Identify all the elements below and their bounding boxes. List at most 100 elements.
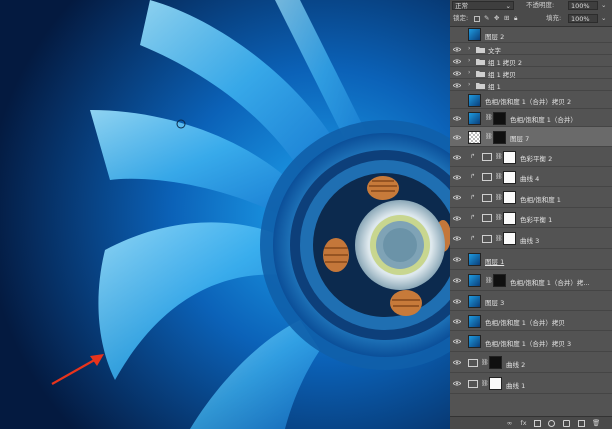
layer-name: 文字 <box>488 47 501 55</box>
layer-row[interactable]: ⛓ 曲线 1 <box>450 373 612 394</box>
link-icon[interactable]: ⛓ <box>495 153 503 160</box>
layer-thumbnail[interactable] <box>468 28 481 41</box>
layer-row[interactable]: 图层 2 <box>450 26 612 43</box>
layer-thumbnail[interactable] <box>468 274 481 287</box>
layer-row[interactable]: ⛓ 色相/饱和度 1（合并）拷... <box>450 270 612 291</box>
link-icon[interactable]: ⛓ <box>485 114 493 121</box>
visibility-eye-icon[interactable] <box>453 298 461 304</box>
layer-mask-thumbnail[interactable] <box>503 191 516 204</box>
chevron-right-icon[interactable]: › <box>468 57 470 64</box>
layer-mask-thumbnail[interactable] <box>489 377 502 390</box>
mask-icon[interactable] <box>534 420 541 427</box>
layers-panel: 正常 ⌄ 不透明度: 100% ⌄ 锁定: ✎ ✥ ⊞ 🔒︎ 填充: 100% … <box>450 0 612 429</box>
layer-row[interactable]: ↱ ⛓ 曲线 4 <box>450 167 612 187</box>
layer-row[interactable]: 色相/饱和度 1（合并）拷贝 2 <box>450 91 612 109</box>
layer-name: 色相/饱和度 1（合并）拷贝 2 <box>485 98 572 106</box>
layer-mask-thumbnail[interactable] <box>493 111 506 125</box>
visibility-eye-icon[interactable] <box>453 360 461 365</box>
layer-row[interactable]: ↱ ⛓ 曲线 3 <box>450 228 612 249</box>
layer-row[interactable]: ⛓ 色相/饱和度 1（合并） <box>450 109 612 127</box>
link-icon[interactable]: ⛓ <box>485 277 493 284</box>
layer-mask-thumbnail[interactable] <box>503 232 516 245</box>
brush-lock-icon[interactable]: ✎ <box>484 14 489 23</box>
layer-thumbnail[interactable] <box>468 314 481 328</box>
fill-field[interactable]: 100% <box>568 14 598 23</box>
visibility-eye-icon[interactable] <box>453 215 461 221</box>
layer-mask-thumbnail[interactable] <box>503 170 516 184</box>
visibility-eye-icon[interactable] <box>453 115 461 121</box>
chevron-right-icon[interactable]: › <box>468 69 470 76</box>
visibility-eye-icon[interactable] <box>453 58 461 64</box>
layer-name: 组 1 <box>488 83 501 91</box>
visibility-eye-icon[interactable] <box>453 257 461 262</box>
layer-row[interactable]: 图层 1 <box>450 249 612 270</box>
padlock-icon[interactable]: 🔒︎ <box>514 14 517 23</box>
lock-transparent-icon[interactable] <box>474 16 480 22</box>
layer-thumbnail[interactable] <box>468 130 481 144</box>
fx-icon[interactable]: fx <box>520 420 527 427</box>
layer-row[interactable]: ⛓ 曲线 2 <box>450 352 612 373</box>
layer-thumbnail[interactable] <box>468 111 481 125</box>
chevron-right-icon[interactable]: › <box>468 81 470 88</box>
link-icon[interactable]: ∞ <box>506 420 513 427</box>
visibility-eye-icon[interactable] <box>453 82 461 88</box>
folder-icon[interactable] <box>563 420 570 427</box>
layer-row[interactable]: ⛓ 图层 7 <box>450 127 612 147</box>
layer-group-row[interactable]: › 组 1 <box>450 79 612 91</box>
document-canvas[interactable] <box>0 0 450 429</box>
link-icon[interactable]: ⛓ <box>485 133 493 140</box>
chevron-down-icon[interactable]: ⌄ <box>601 1 606 10</box>
layer-thumbnail[interactable] <box>468 335 481 348</box>
chevron-down-icon[interactable]: ⌄ <box>601 14 606 23</box>
layer-group-row[interactable]: › 组 1 拷贝 2 <box>450 55 612 67</box>
layer-mask-thumbnail[interactable] <box>503 150 516 164</box>
link-icon[interactable]: ⛓ <box>495 194 503 201</box>
visibility-eye-icon[interactable] <box>453 236 461 241</box>
layer-mask-thumbnail[interactable] <box>503 211 516 225</box>
layer-row[interactable]: ↱ ⛓ 色彩平衡 2 <box>450 147 612 167</box>
visibility-eye-icon[interactable] <box>453 70 461 76</box>
layer-group-row[interactable]: › 组 1 拷贝 <box>450 67 612 79</box>
layer-row[interactable]: ↱ ⛓ 色彩平衡 1 <box>450 208 612 228</box>
layer-thumbnail[interactable] <box>468 93 481 107</box>
layer-row[interactable]: ↱ ⛓ 色相/饱和度 1 <box>450 187 612 208</box>
layer-name: 色彩平衡 1 <box>520 216 553 224</box>
chevron-right-icon[interactable]: › <box>468 45 470 52</box>
adjustment-icon[interactable] <box>548 420 555 427</box>
layer-mask-thumbnail[interactable] <box>489 356 502 369</box>
layer-mask-thumbnail[interactable] <box>493 274 506 287</box>
artboard-lock-icon[interactable]: ⊞ <box>504 14 509 23</box>
layer-group-row[interactable]: › 文字 <box>450 43 612 55</box>
move-lock-icon[interactable]: ✥ <box>494 14 499 23</box>
link-icon[interactable]: ⛓ <box>495 214 503 221</box>
visibility-eye-icon[interactable] <box>453 154 461 160</box>
layer-row[interactable]: 图层 3 <box>450 291 612 311</box>
layer-row[interactable]: 色相/饱和度 1（合并）拷贝 3 <box>450 331 612 352</box>
layer-name: 色相/饱和度 1（合并）拷... <box>510 278 590 287</box>
layer-thumbnail[interactable] <box>468 253 481 266</box>
folder-icon <box>476 70 485 77</box>
visibility-eye-icon[interactable] <box>453 318 461 324</box>
visibility-eye-icon[interactable] <box>453 134 461 140</box>
visibility-eye-icon[interactable] <box>453 195 461 200</box>
trash-icon[interactable]: 🗑︎ <box>592 420 600 427</box>
link-icon[interactable]: ⛓ <box>481 380 489 387</box>
opacity-field[interactable]: 100% <box>568 1 598 10</box>
visibility-eye-icon[interactable] <box>453 339 461 344</box>
new-layer-icon[interactable] <box>578 420 585 427</box>
visibility-eye-icon[interactable] <box>453 174 461 180</box>
link-icon[interactable]: ⛓ <box>495 235 503 242</box>
curves-icon <box>482 173 492 181</box>
layer-row[interactable]: 色相/饱和度 1（合并）拷贝 <box>450 311 612 331</box>
link-icon[interactable]: ⛓ <box>481 359 489 366</box>
visibility-eye-icon[interactable] <box>453 381 461 386</box>
chevron-down-icon: ⌄ <box>505 2 511 10</box>
visibility-eye-icon[interactable] <box>453 46 461 52</box>
layer-thumbnail[interactable] <box>468 294 481 308</box>
layer-name: 组 1 拷贝 <box>488 71 516 79</box>
blend-mode-select[interactable]: 正常 ⌄ <box>452 1 514 10</box>
link-icon[interactable]: ⛓ <box>495 173 503 180</box>
visibility-eye-icon[interactable] <box>453 278 461 283</box>
layers-bottom-bar: ∞ fx 🗑︎ <box>450 416 612 429</box>
layer-mask-thumbnail[interactable] <box>493 130 506 144</box>
